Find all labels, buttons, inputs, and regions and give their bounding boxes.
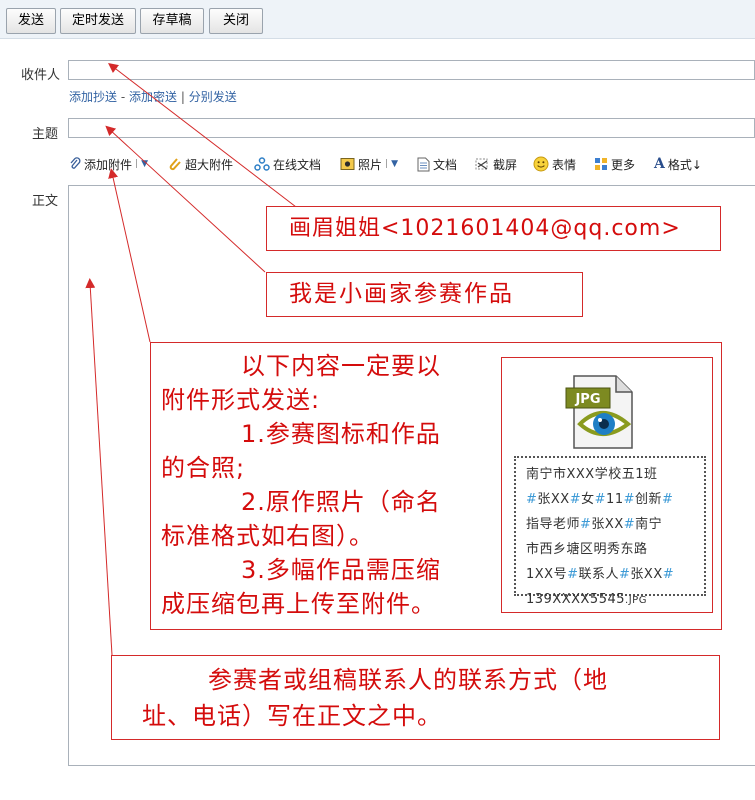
schedule-send-button[interactable]: 定时发送 xyxy=(60,8,136,34)
screenshot-button[interactable]: 截屏 xyxy=(474,156,517,172)
attachment-annotation: 以下内容一定要以 附件形式发送: 1.参赛图标和作品 的合照; 2.原作照片（命… xyxy=(150,342,722,630)
format-button[interactable]: A 格式↓ xyxy=(654,156,702,172)
photo-icon xyxy=(340,158,355,170)
screenshot-label: 截屏 xyxy=(493,157,518,172)
more-label: 更多 xyxy=(611,157,636,172)
online-doc-button[interactable]: 在线文档 xyxy=(254,156,321,172)
large-attachment-icon xyxy=(169,158,181,171)
grid-icon xyxy=(595,158,607,170)
paperclip-icon xyxy=(70,157,81,169)
add-attachment-button[interactable]: 添加附件 | ▼ xyxy=(69,156,148,172)
recipient-label: 收件人 xyxy=(21,68,61,83)
document-button[interactable]: 文档 xyxy=(417,156,457,172)
pipe-separator: | xyxy=(180,90,185,104)
separate-send-link[interactable]: 分别发送 xyxy=(189,90,237,104)
attachment-separator: | xyxy=(135,159,139,169)
requirement-line: 的合照; xyxy=(161,454,246,482)
format-label: 格式↓ xyxy=(667,157,702,172)
filename-line: 南宁市XXX学校五1班 xyxy=(526,467,658,482)
requirement-line: 2.原作照片（命名 xyxy=(241,488,441,516)
add-bcc-link[interactable]: 添加密送 xyxy=(129,90,177,104)
photo-button[interactable]: 照片 | ▼ xyxy=(340,156,398,172)
attachment-requirements: 以下内容一定要以 附件形式发送: 1.参赛图标和作品 的合照; 2.原作照片（命… xyxy=(161,349,506,621)
super-attachment-button[interactable]: 超大附件 xyxy=(168,156,233,172)
recipient-input[interactable] xyxy=(68,60,755,80)
save-draft-button[interactable]: 存草稿 xyxy=(140,8,204,34)
body-note-line: 参赛者或组稿联系人的联系方式（地 xyxy=(208,666,608,694)
online-doc-icon xyxy=(254,157,270,171)
more-button[interactable]: 更多 xyxy=(594,156,635,172)
recipient-annotation: 画眉姐姐<1021601404@qq.com> xyxy=(266,206,721,251)
requirement-line: 以下内容一定要以 xyxy=(241,352,441,380)
jpg-icon-label: JPG xyxy=(574,392,600,407)
requirement-line: 3.多幅作品需压缩 xyxy=(241,556,441,584)
dash-separator: - xyxy=(120,90,126,104)
filename-example-card: JPG 南宁市XXX学校五1班 #张XX#女#11#创新# 指导老师#张XX#南… xyxy=(501,357,713,613)
add-cc-link[interactable]: 添加抄送 xyxy=(69,90,117,104)
smiley-icon xyxy=(533,156,549,172)
body-note-line: 址、电话）写在正文之中。 xyxy=(142,702,442,730)
requirement-line: 标准格式如右图）。 xyxy=(161,522,374,550)
requirement-line: 附件形式发送: xyxy=(161,386,321,414)
photo-separator: | xyxy=(385,159,389,169)
subject-input[interactable] xyxy=(68,118,755,138)
super-attachment-label: 超大附件 xyxy=(185,157,234,172)
photo-label: 照片 xyxy=(358,157,383,172)
filename-line: 139XXXX5545.JPG xyxy=(526,592,647,607)
chevron-down-icon[interactable]: ▼ xyxy=(391,159,398,169)
body-label: 正文 xyxy=(32,194,59,209)
font-format-icon: A xyxy=(654,156,665,172)
filename-line: #张XX#女#11#创新# xyxy=(526,492,674,507)
emoji-label: 表情 xyxy=(552,157,577,172)
chevron-down-icon[interactable]: ▼ xyxy=(141,159,148,169)
emoji-button[interactable]: 表情 xyxy=(533,156,576,172)
close-button[interactable]: 关闭 xyxy=(209,8,263,34)
filename-line: 市西乡塘区明秀东路 xyxy=(526,542,648,557)
document-label: 文档 xyxy=(433,157,458,172)
filename-line: 指导老师#张XX#南宁 xyxy=(526,517,663,532)
add-attachment-label: 添加附件 xyxy=(84,157,133,172)
requirement-line: 1.参赛图标和作品 xyxy=(241,420,441,448)
requirement-line: 成压缩包再上传至附件。 xyxy=(161,590,436,618)
jpg-file-icon: JPG xyxy=(565,375,633,449)
document-icon xyxy=(417,157,430,171)
subject-label: 主题 xyxy=(32,127,59,142)
subject-annotation: 我是小画家参赛作品 xyxy=(266,272,583,317)
body-annotation: 参赛者或组稿联系人的联系方式（地 址、电话）写在正文之中。 xyxy=(111,655,720,740)
send-button[interactable]: 发送 xyxy=(6,8,56,34)
compose-toolbar: 发送 定时发送 存草稿 关闭 xyxy=(0,0,755,39)
scissors-icon xyxy=(475,158,488,170)
filename-format: 南宁市XXX学校五1班 #张XX#女#11#创新# 指导老师#张XX#南宁 市西… xyxy=(514,456,706,607)
recipient-options: 添加抄送 - 添加密送 | 分别发送 xyxy=(69,88,237,105)
filename-line: 1XX号#联系人#张XX# xyxy=(526,567,675,582)
online-doc-label: 在线文档 xyxy=(273,157,322,172)
